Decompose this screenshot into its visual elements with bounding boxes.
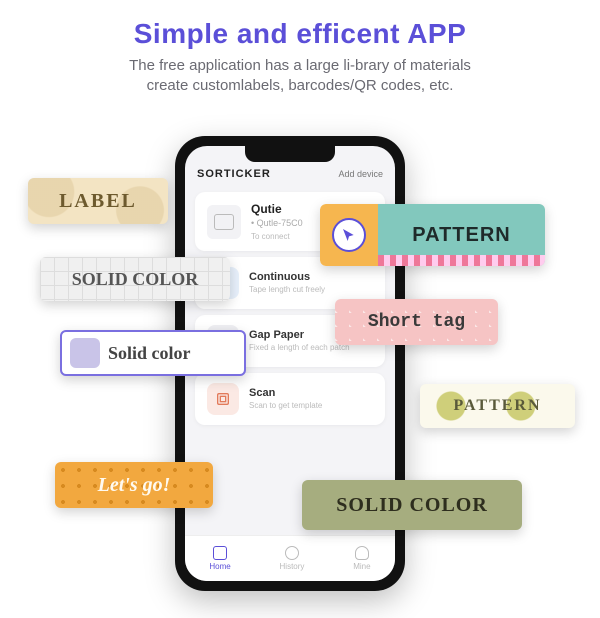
- add-device-link[interactable]: Add device: [338, 169, 383, 179]
- row-sub: Tape length cut freely: [249, 285, 325, 295]
- cursor-icon: [332, 218, 366, 252]
- subheading-line-1: The free application has a large li-brar…: [129, 57, 471, 74]
- device-sub: • Qutle-75C0: [251, 218, 303, 228]
- page-subheading: The free application has a large li-brar…: [0, 56, 600, 97]
- sample-solid-olive: SOLID COLOR: [302, 480, 522, 530]
- sample-short-tag: Short tag: [335, 299, 498, 345]
- row-scan[interactable]: Scan Scan to get template: [195, 373, 385, 425]
- row-sub: Fixed a length of each patch: [249, 343, 350, 353]
- subheading-line-2: create customlabels, barcodes/QR codes, …: [147, 77, 454, 94]
- sample-label: LABEL: [28, 178, 168, 224]
- pattern-icon-panel: [320, 204, 378, 266]
- row-title: Continuous: [249, 271, 325, 283]
- solid-white-text: Solid color: [108, 343, 191, 364]
- user-icon: [355, 546, 369, 560]
- scan-icon: [207, 383, 239, 415]
- device-name: Qutie: [251, 202, 303, 216]
- pattern-text: PATTERN: [412, 224, 510, 247]
- nav-home[interactable]: Home: [209, 546, 230, 571]
- nav-mine[interactable]: Mine: [353, 546, 370, 571]
- nav-label: Mine: [353, 562, 370, 571]
- phone-notch: [245, 146, 335, 162]
- sample-pattern-green: PATTERN: [420, 384, 575, 428]
- dinosaur-icon: [70, 338, 100, 368]
- pattern-text-panel: PATTERN: [378, 204, 545, 266]
- device-thumb-icon: [207, 205, 241, 239]
- sample-lets-go: Let's go!: [55, 462, 213, 508]
- row-sub: Scan to get template: [249, 401, 322, 411]
- sample-solid-white: Solid color: [60, 330, 246, 376]
- home-icon: [213, 546, 227, 560]
- nav-label: Home: [209, 562, 230, 571]
- sample-pattern-large: PATTERN: [320, 204, 545, 266]
- nav-label: History: [280, 562, 305, 571]
- bottom-nav: Home History Mine: [185, 535, 395, 581]
- clock-icon: [285, 546, 299, 560]
- device-status: To connect: [251, 232, 303, 241]
- nav-history[interactable]: History: [280, 546, 305, 571]
- app-title: SORTICKER: [197, 168, 271, 180]
- sample-solid-gray: SOLID COLOR: [40, 257, 230, 301]
- page-heading: Simple and efficent APP: [0, 18, 600, 50]
- row-title: Scan: [249, 387, 322, 399]
